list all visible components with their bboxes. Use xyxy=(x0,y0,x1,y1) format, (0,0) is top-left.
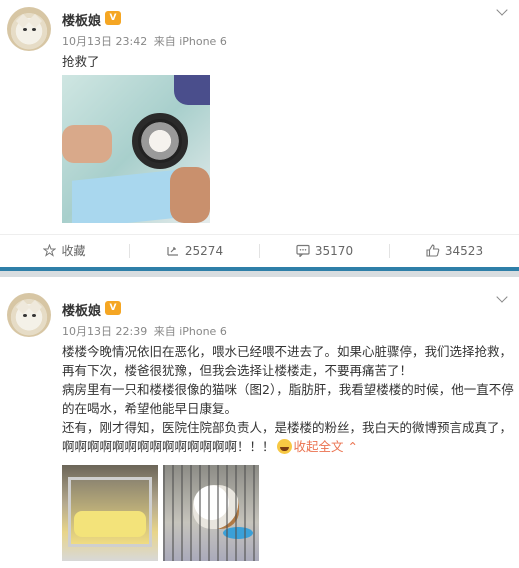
like-button[interactable]: 34523 xyxy=(390,235,519,267)
post-paragraph: 还有，刚才得知，医院住院部负责人，是楼楼的粉丝，我白天的微博预言成真了，啊啊啊啊… xyxy=(62,418,514,456)
post-actions: 收藏 25274 35170 34523 xyxy=(0,234,519,266)
author-name[interactable]: 楼板娘 xyxy=(62,10,101,29)
author-name[interactable]: 楼板娘 xyxy=(62,300,101,319)
post-source: 来自 iPhone 6 xyxy=(153,325,227,338)
post-source: 来自 iPhone 6 xyxy=(153,35,227,48)
comment-count: 35170 xyxy=(314,244,354,258)
post-image-2[interactable] xyxy=(163,465,259,561)
weibo-post-2: 楼板娘 V 10月13日 22:39 来自 iPhone 6 楼楼今晚情况依旧在… xyxy=(0,277,519,568)
comment-button[interactable]: 35170 xyxy=(260,235,389,267)
favorite-button[interactable]: 收藏 xyxy=(0,235,129,267)
like-count: 34523 xyxy=(444,244,484,258)
post-text: 抢救了 xyxy=(62,54,100,69)
favorite-label: 收藏 xyxy=(61,244,86,258)
collapse-text-link[interactable]: 收起全文 ⌃ xyxy=(294,439,358,454)
avatar[interactable] xyxy=(7,7,51,51)
post-paragraph: 病房里有一只和楼楼很像的猫咪（图2），脂肪肝，我看望楼楼的时候，他一直不停的在喝… xyxy=(62,382,514,416)
post-photo[interactable] xyxy=(62,75,210,223)
weibo-post-1: 楼板娘 V 10月13日 23:42 来自 iPhone 6 抢救了 收藏 25… xyxy=(0,0,519,270)
vip-badge-icon: V xyxy=(105,11,121,25)
feed-divider xyxy=(0,267,519,277)
post-meta: 10月13日 23:42 来自 iPhone 6 xyxy=(62,33,230,49)
chevron-down-icon[interactable] xyxy=(495,293,509,307)
laugh-emoji-icon xyxy=(276,439,292,454)
post-image-1[interactable] xyxy=(62,465,158,561)
post-date[interactable]: 10月13日 23:42 xyxy=(62,35,147,48)
repost-count: 25274 xyxy=(184,244,224,258)
repost-icon xyxy=(167,247,178,256)
post-meta: 10月13日 22:39 来自 iPhone 6 xyxy=(62,323,230,339)
thumbs-up-icon xyxy=(426,244,440,257)
vip-badge-icon: V xyxy=(105,301,121,315)
post-date[interactable]: 10月13日 22:39 xyxy=(62,325,147,338)
chevron-down-icon[interactable] xyxy=(495,6,509,20)
repost-button[interactable]: 25274 xyxy=(130,235,259,267)
post-paragraph: 楼楼今晚情况依旧在恶化，喂水已经喂不进去了。如果心脏骤停，我们选择抢救，再有下次… xyxy=(62,344,513,378)
chevron-up-icon: ⌃ xyxy=(347,439,358,454)
comment-icon xyxy=(296,244,310,258)
avatar[interactable] xyxy=(7,293,51,337)
star-icon xyxy=(43,243,57,257)
post-text: 楼楼今晚情况依旧在恶化，喂水已经喂不进去了。如果心脏骤停，我们选择抢救，再有下次… xyxy=(62,342,514,456)
